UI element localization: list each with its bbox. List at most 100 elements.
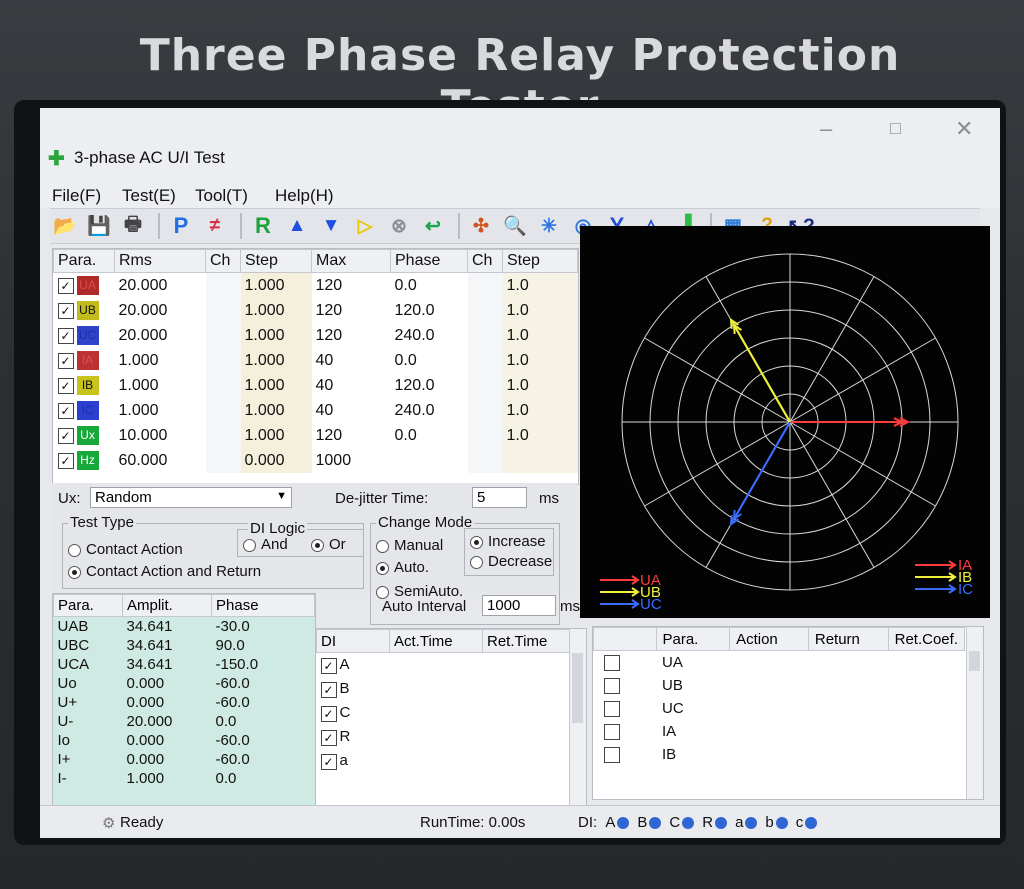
- param-cell-name[interactable]: ✓ IB: [54, 373, 115, 398]
- menu-test[interactable]: Test(E): [122, 186, 176, 206]
- param-checkbox[interactable]: ✓: [57, 427, 74, 444]
- di-checkbox[interactable]: ✓: [320, 705, 337, 722]
- param-cell-name[interactable]: ✓ UC: [54, 323, 115, 348]
- result-checkbox[interactable]: [603, 701, 620, 718]
- param-row[interactable]: ✓ IC 1.000 1.000 40 240.0 1.0: [54, 398, 578, 423]
- param-ch[interactable]: [205, 398, 241, 423]
- param-ch[interactable]: [205, 272, 241, 298]
- di-row[interactable]: ✓ A: [317, 653, 570, 678]
- param-step2[interactable]: 1.0: [502, 272, 578, 298]
- param-cell-name[interactable]: ✓ UA: [54, 273, 115, 299]
- param-step[interactable]: 0.000: [240, 448, 312, 473]
- param-max[interactable]: 120: [312, 323, 391, 348]
- param-max[interactable]: 120: [312, 298, 391, 323]
- result-check-cell[interactable]: [594, 697, 657, 720]
- param-ch2[interactable]: [467, 423, 503, 448]
- manual-radio[interactable]: Manual: [376, 537, 443, 554]
- di-row[interactable]: ✓ C: [317, 701, 570, 725]
- param-step[interactable]: 1.000: [240, 298, 312, 323]
- param-max[interactable]: 40: [312, 373, 391, 398]
- param-step[interactable]: 1.000: [240, 348, 312, 373]
- return-icon[interactable]: ↩: [418, 211, 448, 241]
- result-row[interactable]: IB: [594, 743, 965, 766]
- param-phase[interactable]: 120.0: [391, 373, 468, 398]
- decrease-radio[interactable]: Decrease: [470, 553, 552, 570]
- di-checkbox[interactable]: ✓: [320, 729, 337, 746]
- param-row[interactable]: ✓ IB 1.000 1.000 40 120.0 1.0: [54, 373, 578, 398]
- zoom-icon[interactable]: 🔍: [500, 211, 530, 241]
- play-icon[interactable]: ▷: [350, 211, 380, 241]
- param-ch[interactable]: [205, 448, 241, 473]
- up-arrow-icon[interactable]: ▲: [282, 211, 312, 241]
- result-check-cell[interactable]: [594, 743, 657, 766]
- param-step[interactable]: 1.000: [240, 423, 312, 448]
- param-step2[interactable]: 1.0: [502, 323, 578, 348]
- result-checkbox[interactable]: [603, 678, 620, 695]
- result-check-cell[interactable]: [594, 651, 657, 675]
- param-cell-name[interactable]: ✓ IC: [54, 398, 115, 423]
- param-max[interactable]: 120: [312, 273, 391, 299]
- param-checkbox[interactable]: ✓: [57, 302, 74, 319]
- di-scrollbar[interactable]: [569, 629, 586, 806]
- param-phase[interactable]: 120.0: [391, 298, 468, 323]
- param-step2[interactable]: 1.0: [502, 398, 578, 423]
- network-icon[interactable]: ✣: [466, 211, 496, 241]
- auto-radio[interactable]: Auto.: [376, 559, 429, 576]
- param-ch2[interactable]: [467, 298, 503, 323]
- param-row[interactable]: ✓ UB 20.000 1.000 120 120.0 1.0: [54, 298, 578, 323]
- result-check-cell[interactable]: [594, 674, 657, 697]
- param-ch2[interactable]: [467, 272, 503, 298]
- param-step2[interactable]: 1.0: [502, 423, 578, 448]
- param-ch[interactable]: [205, 298, 241, 323]
- param-step2[interactable]: 1.0: [502, 348, 578, 373]
- param-phase[interactable]: [391, 448, 468, 473]
- param-step[interactable]: 1.000: [240, 398, 312, 423]
- di-row[interactable]: ✓ B: [317, 677, 570, 701]
- param-row[interactable]: ✓ Ux 10.000 1.000 120 0.0 1.0: [54, 423, 578, 448]
- param-max[interactable]: 1000: [312, 448, 391, 473]
- stop-icon[interactable]: ⊗: [384, 211, 414, 241]
- di-row[interactable]: ✓ R: [317, 725, 570, 749]
- param-ch2[interactable]: [467, 323, 503, 348]
- param-rms[interactable]: 1.000: [115, 398, 206, 423]
- param-cell-name[interactable]: ✓ IA: [54, 348, 115, 373]
- di-checkbox[interactable]: ✓: [320, 681, 337, 698]
- menu-tool[interactable]: Tool(T): [195, 186, 248, 206]
- param-step2[interactable]: [502, 448, 578, 473]
- param-max[interactable]: 40: [312, 348, 391, 373]
- param-step[interactable]: 1.000: [240, 373, 312, 398]
- param-ch[interactable]: [205, 323, 241, 348]
- result-row[interactable]: UB: [594, 674, 965, 697]
- param-rms[interactable]: 1.000: [115, 373, 206, 398]
- param-step2[interactable]: 1.0: [502, 298, 578, 323]
- auto-interval-input[interactable]: 1000: [482, 595, 556, 616]
- and-radio[interactable]: And: [243, 536, 288, 553]
- result-row[interactable]: UC: [594, 697, 965, 720]
- result-scrollbar[interactable]: [966, 627, 983, 799]
- result-row[interactable]: UA: [594, 651, 965, 675]
- open-folder-icon[interactable]: 📂: [50, 211, 80, 241]
- param-max[interactable]: 120: [312, 423, 391, 448]
- menu-help[interactable]: Help(H): [275, 186, 334, 206]
- star-icon[interactable]: ✳: [534, 211, 564, 241]
- param-ch2[interactable]: [467, 448, 503, 473]
- param-cell-name[interactable]: ✓ UB: [54, 298, 115, 323]
- param-ch2[interactable]: [467, 373, 503, 398]
- param-row[interactable]: ✓ UC 20.000 1.000 120 240.0 1.0: [54, 323, 578, 348]
- param-ch2[interactable]: [467, 348, 503, 373]
- dejitter-input[interactable]: 5: [472, 487, 527, 508]
- param-phase[interactable]: 240.0: [391, 398, 468, 423]
- param-rms[interactable]: 60.000: [115, 448, 206, 473]
- param-rms[interactable]: 20.000: [115, 323, 206, 348]
- param-checkbox[interactable]: ✓: [57, 402, 74, 419]
- ux-select[interactable]: Random ▼: [90, 487, 292, 508]
- param-ch[interactable]: [205, 373, 241, 398]
- maximize-button[interactable]: □: [890, 118, 901, 139]
- menu-file[interactable]: File(F): [52, 186, 101, 206]
- param-checkbox[interactable]: ✓: [57, 452, 74, 469]
- di-cell[interactable]: ✓ B: [317, 677, 390, 701]
- param-step[interactable]: 1.000: [240, 323, 312, 348]
- param-phase[interactable]: 0.0: [391, 273, 468, 299]
- param-rms[interactable]: 1.000: [115, 348, 206, 373]
- param-rms[interactable]: 10.000: [115, 423, 206, 448]
